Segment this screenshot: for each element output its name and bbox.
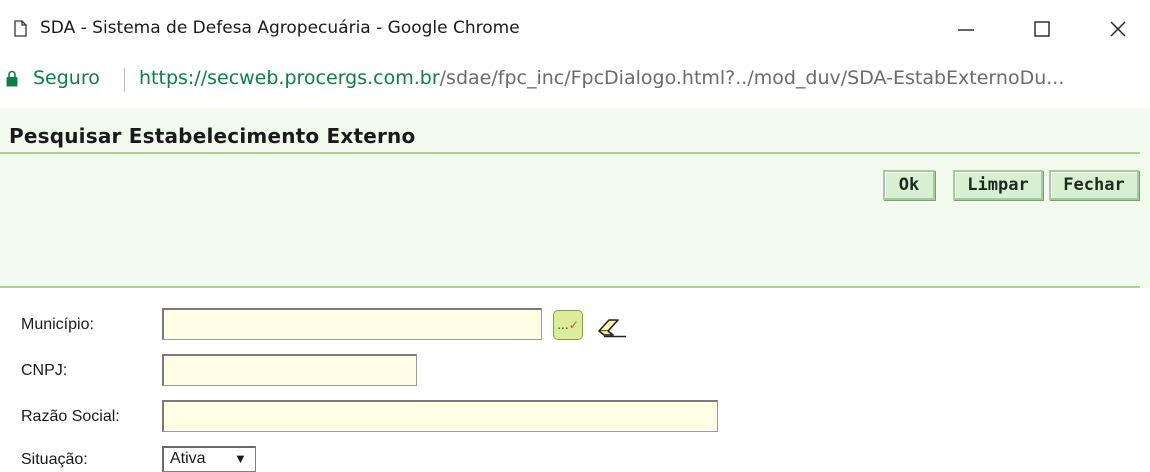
dialog-title: Pesquisar Estabelecimento Externo bbox=[9, 124, 416, 148]
municipio-label: Município: bbox=[21, 316, 94, 333]
close-dialog-button[interactable]: Fechar bbox=[1049, 170, 1139, 200]
municipio-input[interactable] bbox=[162, 308, 542, 340]
razao-social-input[interactable] bbox=[162, 400, 718, 432]
municipio-lookup-button[interactable]: ... ✓ bbox=[553, 310, 583, 340]
url-text[interactable]: https://secweb.procergs.com.br/sdae/fpc_… bbox=[139, 67, 1064, 89]
url-host: secweb.procergs.com.br bbox=[207, 67, 440, 89]
lock-icon[interactable] bbox=[6, 70, 18, 87]
title-divider bbox=[0, 152, 1140, 154]
address-bar[interactable]: Seguro https://secweb.procergs.com.br/sd… bbox=[0, 62, 1150, 98]
close-icon bbox=[1110, 21, 1126, 37]
eraser-icon[interactable] bbox=[596, 316, 628, 338]
minimize-icon bbox=[958, 29, 974, 31]
url-path: /sdae/fpc_inc/FpcDialogo.html?../mod_duv… bbox=[439, 67, 1065, 89]
check-icon: ✓ bbox=[568, 318, 579, 332]
close-button[interactable] bbox=[1098, 12, 1138, 46]
situacao-label: Situação: bbox=[21, 451, 88, 468]
address-separator bbox=[124, 68, 125, 92]
maximize-button[interactable] bbox=[1022, 12, 1062, 46]
cnpj-label: CNPJ: bbox=[21, 362, 68, 379]
clear-button[interactable]: Limpar bbox=[953, 170, 1043, 200]
security-label[interactable]: Seguro bbox=[33, 67, 100, 89]
window-titlebar: SDA - Sistema de Defesa Agropecuária - G… bbox=[0, 0, 1150, 58]
situacao-selected-value: Ativa bbox=[170, 450, 206, 467]
cnpj-input[interactable] bbox=[162, 354, 417, 386]
page-icon bbox=[14, 20, 27, 37]
situacao-select[interactable]: Ativa ▼ bbox=[162, 446, 256, 472]
dropdown-arrow-icon: ▼ bbox=[234, 451, 247, 466]
maximize-icon bbox=[1034, 21, 1050, 37]
razao-social-label: Razão Social: bbox=[21, 408, 120, 425]
panel-bottom-divider bbox=[0, 286, 1140, 288]
ok-button[interactable]: Ok bbox=[883, 170, 935, 200]
lookup-ellipsis: ... bbox=[557, 318, 569, 332]
dialog-header-panel: Pesquisar Estabelecimento Externo Ok Lim… bbox=[0, 108, 1150, 288]
url-scheme: https:// bbox=[139, 67, 208, 89]
minimize-button[interactable] bbox=[946, 12, 986, 46]
window-title: SDA - Sistema de Defesa Agropecuária - G… bbox=[40, 18, 520, 38]
